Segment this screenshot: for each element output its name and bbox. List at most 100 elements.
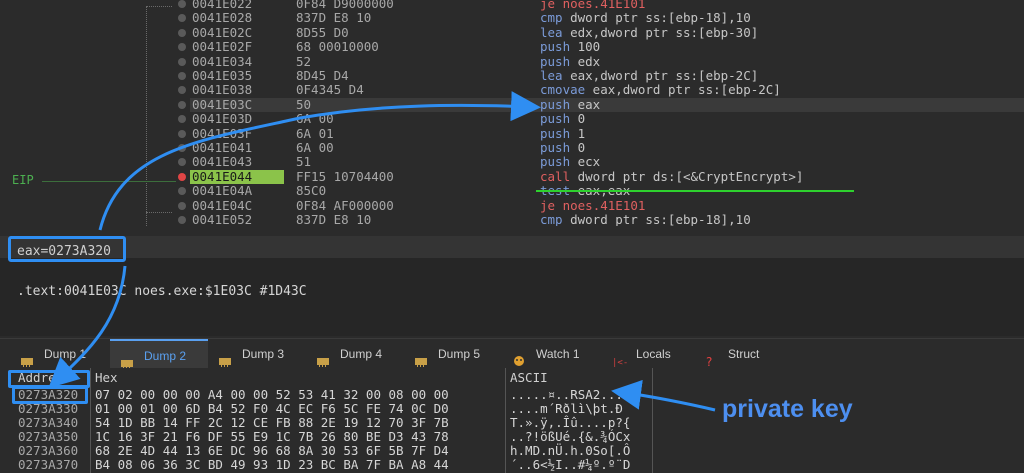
tab-dump-2[interactable]: Dump 2 [110, 339, 208, 369]
dump-row[interactable]: 0273A370 B4 08 06 36 3C BD 49 93 1D 23 BC… [0, 458, 660, 472]
instruction-address: 0041E034 [192, 53, 253, 69]
instruction-bytes: 51 [296, 154, 312, 170]
disasm-row[interactable]: 0041E02F 68 00010000 push 100 [190, 39, 1024, 55]
mnemonic: je [540, 197, 556, 213]
ascii-column-header[interactable]: ASCII [510, 370, 548, 385]
breakpoint-icon[interactable] [178, 172, 186, 181]
dump-hex: 1C 16 3F 21 F6 DF 55 E9 1C 7B 26 80 BE D… [95, 429, 449, 444]
disasm-row[interactable]: 0041E044 FF15 10704400 call dword ptr ds:[… [190, 168, 1024, 185]
disasm-row[interactable]: 0041E04C 0F84 AF000000 je noes.41E101 [190, 197, 1024, 213]
instruction-bytes: 837D E8 10 [296, 212, 372, 226]
breakpoint-slot[interactable] [178, 28, 186, 37]
tab-dump-5[interactable]: Dump 5 [404, 339, 502, 369]
instruction-address: 0041E038 [192, 82, 253, 98]
disasm-row[interactable]: 0041E028 837D E8 10 cmp dword ptr ss:[ebp-… [190, 10, 1024, 26]
tab-dump-4[interactable]: Dump 4 [306, 339, 404, 369]
instruction-bytes: 8D55 D0 [296, 24, 349, 40]
dump-row[interactable]: 0273A320 07 02 00 00 00 A4 00 00 52 53 41… [0, 388, 660, 402]
tab-label: Dump 5 [438, 347, 481, 361]
watch-icon [512, 348, 526, 366]
disassembly-view[interactable]: EIP 0041E022 0F84 D9000000 je noes.41E101 0… [0, 0, 1024, 226]
register-info-bar [0, 236, 1024, 258]
instruction-address: 0041E035 [192, 68, 253, 83]
instruction-bytes: 0F4345 D4 [296, 82, 364, 98]
breakpoint-slot[interactable] [178, 129, 186, 138]
instruction-text: cmp dword ptr ss:[ebp-18],10 [540, 212, 751, 226]
breakpoint-slot[interactable] [178, 144, 186, 152]
breakpoint-slot[interactable] [178, 216, 186, 224]
mnemonic: lea [540, 24, 563, 40]
instruction-address: 0041E044 [190, 169, 284, 185]
branch-line [146, 6, 172, 7]
tab-locals[interactable]: |<-| Locals [602, 339, 694, 369]
dump-ascii: ....m´Rðlì\þt.Ð [510, 401, 623, 416]
breakpoint-slot[interactable] [178, 43, 186, 52]
dump-view[interactable]: Address Hex ASCII 0273A320 07 02 00 00 00… [0, 368, 1024, 473]
dump-hex: 01 00 01 00 6D B4 52 F0 4C EC F6 5C FE 7… [95, 401, 449, 416]
breakpoint-slot[interactable] [178, 201, 186, 210]
operands: dword ptr ds:[<&CryptEncrypt>] [570, 168, 804, 184]
mnemonic: cmovae [540, 82, 586, 98]
disasm-row[interactable]: 0041E035 8D45 D4 lea eax,dword ptr ss:[ebp… [190, 68, 1024, 83]
dump-address: 0273A350 [18, 429, 79, 444]
tab-dump-3[interactable]: Dump 3 [208, 339, 306, 369]
breakpoint-slot[interactable] [178, 57, 186, 66]
breakpoint-slot[interactable] [178, 0, 186, 8]
breakpoint-slot[interactable] [178, 100, 186, 109]
breakpoint-slot[interactable] [178, 14, 186, 23]
call-highlight-underline [536, 190, 854, 192]
operands: 0 [570, 140, 586, 155]
instruction-bytes: 837D E8 10 [296, 10, 372, 26]
instruction-bytes: 6A 00 [296, 111, 334, 127]
disasm-row[interactable]: 0041E03D 6A 00 push 0 [190, 111, 1024, 127]
disasm-row[interactable]: 0041E052 837D E8 10 cmp dword ptr ss:[ebp-… [190, 212, 1024, 226]
dump-row[interactable]: 0273A350 1C 16 3F 21 F6 DF 55 E9 1C 7B 26… [0, 430, 660, 444]
instruction-address: 0041E03F [192, 125, 253, 141]
breakpoint-slot[interactable] [178, 115, 186, 124]
disasm-row[interactable]: 0041E03F 6A 01 push 1 [190, 125, 1024, 141]
dump-ascii: T.».ÿ,.Îû....p?{ [510, 415, 631, 430]
mnemonic: push [540, 125, 571, 141]
tab-dump-1[interactable]: Dump 1 [10, 339, 108, 369]
disasm-row[interactable]: 0041E043 51 push ecx [190, 154, 1024, 170]
tab-label: Dump 1 [44, 347, 87, 361]
mnemonic: push [540, 96, 571, 112]
dump-row[interactable]: 0273A360 68 2E 4D 44 13 6E DC 96 68 8A 30… [0, 444, 660, 458]
dump-hex: 07 02 00 00 00 A4 00 00 52 53 41 32 00 0… [95, 387, 449, 402]
disasm-row[interactable]: 0041E041 6A 00 push 0 [190, 140, 1024, 155]
instruction-text: lea eax,dword ptr ss:[ebp-2C] [540, 68, 759, 83]
tab-watch-1[interactable]: Watch 1 [502, 339, 602, 369]
disasm-row[interactable]: 0041E02C 8D55 D0 lea edx,dword ptr ss:[ebp… [190, 24, 1024, 40]
breakpoint-slot[interactable] [178, 86, 186, 95]
svg-text:?: ? [706, 355, 712, 367]
tab-label: Dump 3 [242, 347, 285, 361]
instruction-text: push edx [540, 54, 600, 69]
mnemonic: push [540, 140, 571, 155]
dump-row[interactable]: 0273A340 54 1D BB 14 FF 2C 12 CE FB 88 2E… [0, 416, 660, 430]
breakpoint-slot[interactable] [178, 187, 186, 196]
disasm-row[interactable]: 0041E038 0F4345 D4 cmovae eax,dword ptr ss… [190, 82, 1024, 98]
branch-line [146, 212, 172, 213]
instruction-address: 0041E03D [192, 111, 253, 127]
tab-label: Watch 1 [536, 347, 580, 361]
instruction-text: push 0 [540, 111, 585, 126]
breakpoint-slot[interactable] [178, 72, 186, 80]
tab-struct[interactable]: ? Struct [694, 339, 786, 369]
eip-label: EIP [12, 173, 34, 187]
mnemonic: push [540, 39, 571, 55]
operands: eax,dword ptr ss:[ebp-2C] [562, 68, 759, 83]
instruction-text: push 1 [540, 125, 585, 141]
dump-row[interactable]: 0273A330 01 00 01 00 6D B4 52 F0 4C EC F6… [0, 402, 660, 416]
eip-pointer [42, 181, 176, 182]
instruction-address: 0041E04A [192, 183, 253, 199]
branch-line [146, 6, 147, 226]
hex-column-header[interactable]: Hex [95, 370, 118, 385]
dump-ascii: .....¤..RSA2.... [510, 387, 631, 402]
breakpoint-slot[interactable] [178, 158, 186, 167]
instruction-text: cmovae eax,dword ptr ss:[ebp-2C] [540, 83, 781, 97]
disasm-row[interactable]: 0041E034 52 push edx [190, 53, 1024, 69]
instruction-text: push ecx [540, 155, 600, 169]
mnemonic: push [540, 154, 571, 170]
disasm-row[interactable]: 0041E03C 50 push eax [190, 96, 1024, 113]
mnemonic: cmp [540, 212, 563, 226]
